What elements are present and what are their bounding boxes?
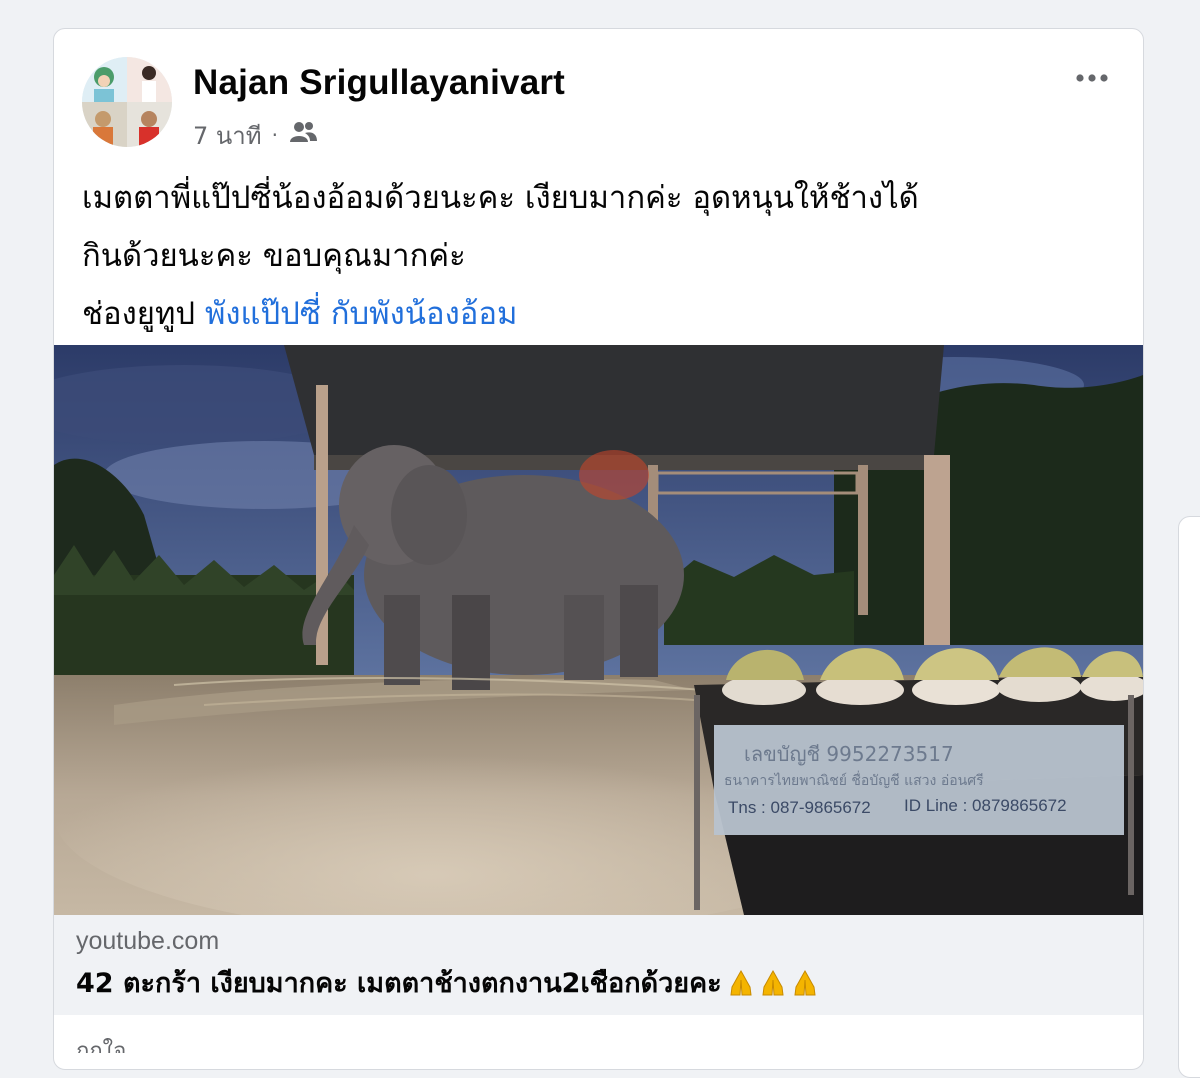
link-preview[interactable]: youtube.com 42 ตะกร้า เงียบมากคะ เมตตาช้… <box>54 915 1143 1015</box>
meta-separator: · <box>271 123 278 147</box>
post-meta: 7 นาที · <box>193 117 318 153</box>
sign-bank-name: ธนาคารไทยพาณิชย์ ชื่อบัญชี แสวง อ่อนศรี <box>724 771 984 789</box>
youtube-channel-link[interactable]: พังแป๊ปซี่ กับพังน้องอ้อม <box>205 296 517 332</box>
youtube-channel-label: ช่องยูทูป <box>82 296 205 332</box>
reactions-bar-peek[interactable]: ถูกใจ <box>76 1033 126 1053</box>
more-horizontal-icon <box>1075 68 1109 87</box>
next-card-edge <box>1178 516 1200 1078</box>
post-timestamp[interactable]: 7 นาที <box>193 116 262 155</box>
post-text-line: กินด้วยนะคะ ขอบคุณมากค่ะ <box>82 238 466 274</box>
more-options-button[interactable] <box>1064 59 1120 95</box>
author-avatar[interactable] <box>82 57 172 147</box>
folded-hands-icon <box>726 968 820 998</box>
author-name[interactable]: Najan Srigullayanivart <box>193 63 565 103</box>
post-message: เมตตาพี่แป๊ปซี่น้องอ้อมด้วยนะคะ เงียบมาก… <box>82 169 1122 343</box>
sign-line-id: ID Line : 0879865672 <box>904 796 1067 815</box>
post-card: Najan Srigullayanivart 7 นาที · เมตตาพี่… <box>53 28 1144 1070</box>
sign-account-number: เลขบัญชี 9952273517 <box>744 742 954 766</box>
link-title: 42 ตะกร้า เงียบมากคะ เมตตาช้างตกงาน2เชือ… <box>76 961 820 1004</box>
friends-icon[interactable] <box>288 120 318 150</box>
post-text-line: เมตตาพี่แป๊ปซี่น้องอ้อมด้วยนะคะ เงียบมาก… <box>82 180 919 216</box>
sign-phone: Tns : 087-9865672 <box>728 798 871 817</box>
post-photo[interactable]: เลขบัญชี 9952273517 ธนาคารไทยพาณิชย์ ชื่… <box>54 345 1143 915</box>
post-text-line: ช่องยูทูป พังแป๊ปซี่ กับพังน้องอ้อม <box>82 285 1122 343</box>
link-title-text: 42 ตะกร้า เงียบมากคะ เมตตาช้างตกงาน2เชือ… <box>76 968 722 999</box>
link-domain: youtube.com <box>76 927 220 955</box>
